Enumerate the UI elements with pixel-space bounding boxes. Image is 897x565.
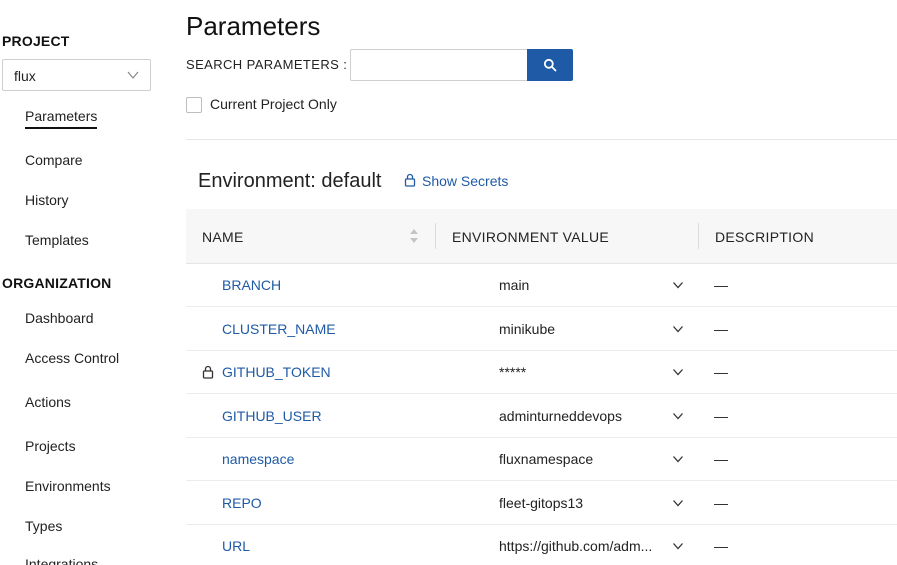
- sidebar: PROJECT flux Parameters Compare History …: [0, 0, 160, 565]
- environment-title: Environment: default: [198, 170, 382, 192]
- parameter-name-link[interactable]: URL: [222, 538, 250, 554]
- parameter-value: minikube: [499, 321, 556, 337]
- project-section-heading: PROJECT: [2, 33, 70, 49]
- parameter-name-link[interactable]: REPO: [222, 495, 262, 511]
- parameter-description: —: [714, 495, 728, 511]
- sidebar-item-integrations[interactable]: Integrations: [25, 556, 98, 565]
- chevron-down-icon[interactable]: [672, 324, 684, 334]
- project-select-value: flux: [14, 68, 36, 84]
- parameter-description: —: [714, 451, 728, 467]
- column-separator: [435, 223, 436, 249]
- lock-icon: [404, 173, 416, 187]
- sidebar-item-projects[interactable]: Projects: [25, 438, 76, 454]
- parameter-name-link[interactable]: namespace: [222, 451, 294, 467]
- chevron-down-icon[interactable]: [672, 541, 684, 551]
- sidebar-item-dashboard[interactable]: Dashboard: [25, 310, 94, 326]
- parameter-description: —: [714, 364, 728, 380]
- sidebar-item-actions[interactable]: Actions: [25, 394, 71, 410]
- sidebar-item-compare[interactable]: Compare: [25, 152, 83, 168]
- parameter-description: —: [714, 538, 728, 554]
- table-row: GITHUB_TOKEN ***** —: [186, 351, 897, 394]
- chevron-down-icon[interactable]: [672, 280, 684, 290]
- organization-section-heading: ORGANIZATION: [2, 275, 112, 291]
- parameter-description: —: [714, 321, 728, 337]
- search-label: SEARCH PARAMETERS :: [186, 57, 348, 72]
- sort-icon[interactable]: [409, 228, 419, 244]
- column-header-name[interactable]: NAME: [202, 229, 244, 245]
- parameter-value: fluxnamespace: [499, 451, 594, 467]
- project-select[interactable]: flux: [2, 59, 151, 91]
- parameter-name-link[interactable]: GITHUB_TOKEN: [222, 364, 331, 380]
- table-row: URL https://github.com/adm... —: [186, 525, 897, 565]
- chevron-down-icon[interactable]: [672, 411, 684, 421]
- chevron-down-icon[interactable]: [672, 367, 684, 377]
- table-row: GITHUB_USER adminturneddevops —: [186, 395, 897, 438]
- column-header-environment-value: ENVIRONMENT VALUE: [452, 229, 610, 245]
- table-header: NAME ENVIRONMENT VALUE DESCRIPTION: [186, 209, 897, 264]
- chevron-down-icon[interactable]: [672, 454, 684, 464]
- chevron-down-icon: [127, 71, 139, 79]
- table-row: BRANCH main —: [186, 264, 897, 307]
- sidebar-item-parameters[interactable]: Parameters: [25, 108, 98, 129]
- sidebar-item-templates[interactable]: Templates: [25, 232, 89, 248]
- page-title: Parameters: [186, 11, 321, 41]
- parameter-name-link[interactable]: BRANCH: [222, 277, 281, 293]
- current-project-only-checkbox[interactable]: [186, 97, 202, 113]
- parameter-value: main: [499, 277, 530, 293]
- column-separator: [698, 223, 699, 249]
- sidebar-item-history[interactable]: History: [25, 192, 69, 208]
- sidebar-item-access-control[interactable]: Access Control: [25, 350, 119, 366]
- table-row: CLUSTER_NAME minikube —: [186, 308, 897, 351]
- parameter-description: —: [714, 408, 728, 424]
- search-button[interactable]: [527, 49, 573, 81]
- parameter-value: *****: [499, 364, 527, 380]
- search-icon: [543, 58, 557, 72]
- table-row: namespace fluxnamespace —: [186, 438, 897, 481]
- current-project-only-label: Current Project Only: [210, 96, 337, 112]
- parameter-value: fleet-gitops13: [499, 495, 584, 511]
- show-secrets-label: Show Secrets: [422, 173, 509, 189]
- parameter-name-link[interactable]: GITHUB_USER: [222, 408, 322, 424]
- sidebar-item-environments[interactable]: Environments: [25, 478, 111, 494]
- search-input[interactable]: [350, 49, 528, 81]
- parameter-name-link[interactable]: CLUSTER_NAME: [222, 321, 336, 337]
- chevron-down-icon[interactable]: [672, 498, 684, 508]
- parameter-description: —: [714, 277, 728, 293]
- parameter-value: adminturneddevops: [499, 408, 622, 424]
- column-header-description: DESCRIPTION: [715, 229, 814, 245]
- sidebar-item-types[interactable]: Types: [25, 518, 62, 534]
- lock-icon: [202, 365, 214, 379]
- table-row: REPO fleet-gitops13 —: [186, 482, 897, 525]
- divider: [186, 139, 897, 140]
- parameter-value: https://github.com/adm...: [499, 538, 653, 554]
